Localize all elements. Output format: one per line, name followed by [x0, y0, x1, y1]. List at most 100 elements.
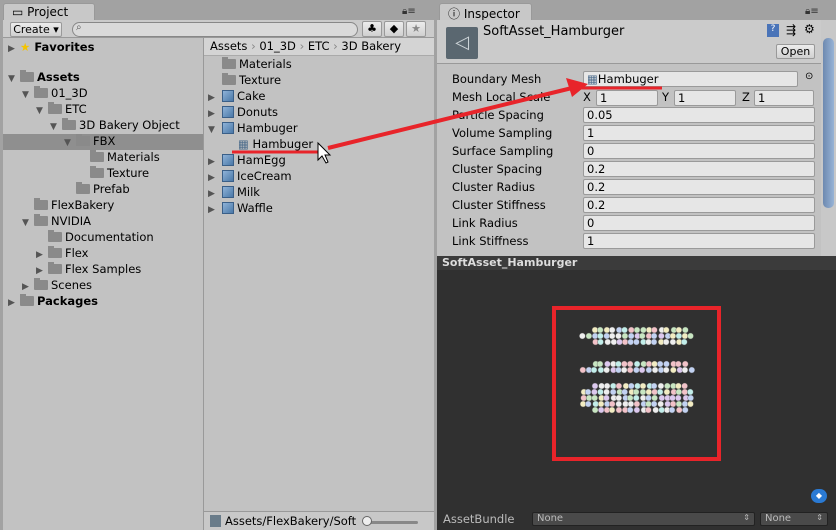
particle: [603, 382, 611, 390]
tree-item[interactable]: ▼ NVIDIA: [22, 213, 91, 229]
expanded-arrow-icon[interactable]: ▼: [208, 122, 222, 138]
collapsed-arrow-icon[interactable]: ▶: [8, 41, 20, 57]
axis-label-z: Z: [742, 90, 750, 104]
collapsed-arrow-icon[interactable]: ▶: [208, 202, 222, 218]
tree-item[interactable]: ▶ Packages: [8, 293, 98, 309]
filter-type-button[interactable]: ♣: [362, 21, 382, 37]
lock-icon[interactable]: 🔒︎≡: [402, 6, 416, 17]
property-field[interactable]: 0.2: [583, 197, 815, 213]
tree-item[interactable]: ▼ 01_3D: [22, 85, 88, 101]
tree-item[interactable]: Documentation: [36, 229, 154, 245]
breadcrumb-item[interactable]: Assets: [210, 39, 247, 53]
file-item[interactable]: ▶ Waffle: [208, 200, 273, 216]
file-item[interactable]: ▶ Milk: [208, 184, 260, 200]
chevron-right-icon: ›: [329, 39, 342, 53]
property-field[interactable]: 1: [583, 125, 815, 141]
zoom-slider-handle[interactable]: [362, 516, 372, 526]
particle: [645, 400, 652, 408]
scale-z-field[interactable]: 1: [754, 90, 814, 106]
particle: [645, 406, 652, 414]
search-input[interactable]: [72, 22, 358, 37]
tree-item[interactable]: ▼ Assets: [8, 69, 80, 85]
expanded-arrow-icon[interactable]: ▼: [22, 215, 34, 231]
tree-item[interactable]: Texture: [78, 165, 149, 181]
particle: [615, 394, 622, 402]
tree-item-label: Flex: [65, 246, 89, 260]
expanded-arrow-icon[interactable]: ▼: [64, 135, 76, 151]
label-icon[interactable]: ◆: [811, 489, 827, 503]
file-item[interactable]: ▶ Donuts: [208, 104, 278, 120]
chevron-right-icon: ›: [247, 39, 260, 53]
folder-icon: [20, 70, 34, 82]
preset-icon[interactable]: ⇶: [786, 23, 796, 37]
file-item[interactable]: ▶ IceCream: [208, 168, 292, 184]
variant-dropdown[interactable]: None ⇕: [760, 512, 828, 526]
scale-y-field[interactable]: 1: [674, 90, 736, 106]
lock-icon[interactable]: 🔒︎≡: [805, 6, 819, 17]
particle: [640, 360, 647, 368]
tree-item[interactable]: ▼ 3D Bakery Object: [50, 117, 180, 133]
expanded-arrow-icon[interactable]: ▼: [22, 87, 34, 103]
variant-value: None: [765, 513, 792, 524]
file-label: Waffle: [237, 201, 273, 215]
property-field[interactable]: 0: [583, 215, 815, 231]
tree-item[interactable]: ▼ FBX: [64, 133, 115, 149]
particle: [592, 400, 599, 408]
tree-item[interactable]: Prefab: [64, 181, 130, 197]
tab-inspector[interactable]: ⓘ Inspector: [439, 3, 532, 21]
property-field[interactable]: 1: [583, 233, 815, 249]
file-label: Texture: [239, 73, 282, 87]
file-item[interactable]: Materials: [222, 56, 292, 72]
help-icon[interactable]: ?: [767, 24, 779, 37]
particle: [597, 400, 605, 408]
file-item[interactable]: ▦ Hambuger: [238, 136, 313, 152]
gear-icon[interactable]: ⚙: [804, 22, 815, 36]
hamburger-preview: [579, 326, 695, 414]
file-item[interactable]: ▶ Cake: [208, 88, 265, 104]
property-field[interactable]: 0: [583, 143, 815, 159]
file-item[interactable]: Texture: [222, 72, 281, 88]
tree-item-label: 01_3D: [51, 86, 88, 100]
tree-item[interactable]: FlexBakery: [22, 197, 114, 213]
breadcrumb-item[interactable]: 01_3D: [259, 39, 296, 53]
boundary-mesh-field[interactable]: ▦Hambuger: [583, 71, 798, 87]
tree-item[interactable]: ▶ Flex Samples: [36, 261, 141, 277]
expanded-arrow-icon[interactable]: ▼: [36, 103, 48, 119]
folder-icon: [34, 86, 48, 98]
particle: [650, 400, 658, 408]
file-item[interactable]: ▶ HamEgg: [208, 152, 286, 168]
tree-item[interactable]: Materials: [78, 149, 160, 165]
breadcrumb-item[interactable]: 3D Bakery: [341, 39, 401, 53]
tree-item[interactable]: ▶ ★ Favorites: [8, 39, 94, 55]
star-icon: ★: [20, 40, 31, 54]
scrollbar[interactable]: [821, 20, 836, 256]
asset-icon: [210, 515, 221, 527]
star-icon[interactable]: ★: [406, 21, 426, 37]
object-picker-icon[interactable]: ⊙: [805, 71, 813, 82]
expanded-arrow-icon[interactable]: ▼: [8, 71, 20, 87]
collapsed-arrow-icon[interactable]: ▶: [8, 295, 20, 311]
breadcrumb-item[interactable]: ETC: [308, 39, 330, 53]
tag-icon[interactable]: ◆: [384, 21, 404, 37]
tree-item[interactable]: ▶ Flex: [36, 245, 89, 261]
tree-item[interactable]: ▼ ETC: [36, 101, 87, 117]
preview-title-bar[interactable]: SoftAsset_Hamburger: [437, 256, 836, 270]
tree-item[interactable]: ▶ Scenes: [22, 277, 92, 293]
tree-item-label: Scenes: [51, 278, 93, 292]
particle: [675, 382, 682, 390]
create-button[interactable]: Create ▾: [10, 22, 62, 37]
particle: [675, 394, 682, 402]
zoom-slider[interactable]: [364, 521, 418, 524]
file-item[interactable]: ▼ Hambuger: [208, 120, 298, 136]
property-label: Particle Spacing: [452, 108, 544, 122]
scale-x-field[interactable]: 1: [596, 90, 658, 106]
particle: [615, 366, 622, 374]
property-field[interactable]: 0.2: [583, 161, 815, 177]
assetbundle-dropdown[interactable]: None ⇕: [532, 512, 755, 526]
open-button[interactable]: Open: [776, 44, 815, 59]
scrollbar-thumb[interactable]: [823, 38, 834, 208]
property-field[interactable]: 0.2: [583, 179, 815, 195]
expanded-arrow-icon[interactable]: ▼: [50, 119, 62, 135]
property-field[interactable]: 0.05: [583, 107, 815, 123]
tab-project[interactable]: ▭ Project: [3, 3, 95, 21]
